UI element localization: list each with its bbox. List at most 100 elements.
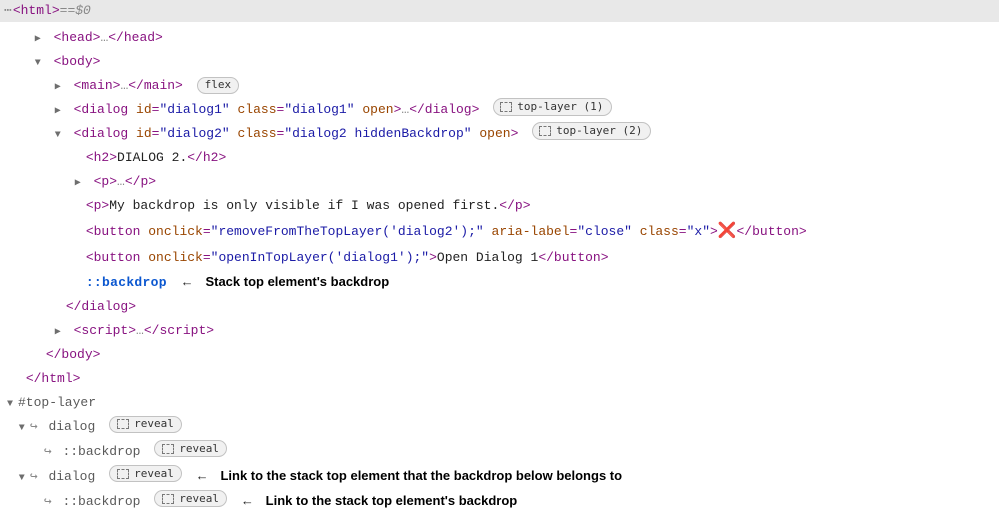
script-node[interactable]: ▶ <script>…</script> <box>0 319 999 343</box>
dom-tree[interactable]: ▶ <head>…</head> ▼ <body> ▶ <main>…</mai… <box>0 22 999 526</box>
attr: id <box>136 102 152 117</box>
layer-icon <box>500 102 512 112</box>
tag: <p> <box>86 198 109 213</box>
layer-icon <box>162 444 174 454</box>
collapse-icon[interactable]: ▼ <box>4 396 16 415</box>
attr: class <box>640 224 679 239</box>
flex-badge[interactable]: flex <box>197 77 240 94</box>
tag: <button <box>86 224 148 239</box>
attr: aria-label <box>492 224 570 239</box>
tag: </head> <box>108 30 163 45</box>
tag: <dialog <box>74 126 136 141</box>
main-node[interactable]: ▶ <main>…</main> flex <box>0 74 999 98</box>
attr: class <box>238 126 277 141</box>
expand-icon[interactable]: ▶ <box>52 103 64 122</box>
tag: </script> <box>144 323 214 338</box>
head-node[interactable]: ▶ <head>…</head> <box>0 26 999 50</box>
layer-icon <box>162 494 174 504</box>
reveal-button[interactable]: reveal <box>154 440 227 457</box>
tag: </p> <box>499 198 530 213</box>
equals-text: == <box>60 0 76 22</box>
h2-node[interactable]: <h2>DIALOG 2.</h2> <box>0 146 999 170</box>
tag: <body> <box>54 54 101 69</box>
top-layer-dialog-2[interactable]: ▼↪ dialog reveal ← Link to the stack top… <box>0 464 999 489</box>
hook-arrow-icon: ↪ <box>30 419 38 434</box>
attr: open <box>362 102 393 117</box>
p-text-node[interactable]: <p>My backdrop is only visible if I was … <box>0 194 999 218</box>
collapse-icon[interactable]: ▼ <box>16 420 28 439</box>
element-label: dialog <box>48 419 95 434</box>
body-close-node[interactable]: </body> <box>0 343 999 367</box>
attr-val: "openInTopLayer('dialog1');" <box>211 250 429 265</box>
button-close-node[interactable]: <button onclick="removeFromTheTopLayer('… <box>0 218 999 246</box>
body-node[interactable]: ▼ <body> <box>0 50 999 74</box>
collapse-dots-icon: ⋯ <box>4 0 13 22</box>
badge-label: flex <box>205 77 232 93</box>
dialog2-close-node[interactable]: </dialog> <box>0 295 999 319</box>
top-layer-badge-1[interactable]: top-layer (1) <box>493 98 612 116</box>
expand-icon[interactable]: ▶ <box>32 31 44 50</box>
expand-icon[interactable]: ▶ <box>52 79 64 98</box>
tag: </dialog> <box>409 102 479 117</box>
tag: <dialog <box>74 102 136 117</box>
p-collapsed-node[interactable]: ▶ <p>…</p> <box>0 170 999 194</box>
attr-val: "removeFromTheTopLayer('dialog2');" <box>211 224 484 239</box>
dialog2-node[interactable]: ▼ <dialog id="dialog2" class="dialog2 hi… <box>0 122 999 146</box>
dollar-zero: $0 <box>75 0 91 22</box>
layer-icon <box>117 419 129 429</box>
attr: id <box>136 126 152 141</box>
pseudo-element: ::backdrop <box>86 275 167 290</box>
attr: class <box>238 102 277 117</box>
tag: </button> <box>737 224 807 239</box>
tag: <script> <box>74 323 136 338</box>
x-icon: ❌ <box>718 223 737 240</box>
text: My backdrop is only visible if I was ope… <box>109 198 499 213</box>
collapse-icon[interactable]: ▼ <box>52 127 64 146</box>
badge-label: reveal <box>134 466 174 482</box>
tag: </p> <box>125 174 156 189</box>
annotation-text: Link to the stack top element that the b… <box>220 468 622 483</box>
backdrop-pseudo-node[interactable]: ::backdrop ← Stack top element's backdro… <box>0 270 999 295</box>
tag: </h2> <box>187 150 226 165</box>
reveal-button[interactable]: reveal <box>109 416 182 433</box>
top-layer-badge-2[interactable]: top-layer (2) <box>532 122 651 140</box>
layer-icon <box>117 469 129 479</box>
reveal-button[interactable]: reveal <box>109 465 182 482</box>
tag: </button> <box>538 250 608 265</box>
attr-val: "dialog2" <box>159 126 229 141</box>
tag: <h2> <box>86 150 117 165</box>
top-layer-backdrop-1[interactable]: ↪ ::backdrop reveal <box>0 440 999 464</box>
attr: onclick <box>148 224 203 239</box>
badge-label: reveal <box>179 491 219 507</box>
badge-label: top-layer (1) <box>517 99 603 115</box>
tag: </body> <box>46 347 101 362</box>
button-open-node[interactable]: <button onclick="openInTopLayer('dialog1… <box>0 246 999 270</box>
html-close-node[interactable]: </html> <box>0 367 999 391</box>
arrow-left-icon: ← <box>196 468 209 483</box>
badge-label: reveal <box>134 416 174 432</box>
top-layer-backdrop-2[interactable]: ↪ ::backdrop reveal ← Link to the stack … <box>0 489 999 514</box>
attr-val: "dialog1" <box>159 102 229 117</box>
dialog1-node[interactable]: ▶ <dialog id="dialog1" class="dialog1" o… <box>0 98 999 122</box>
top-layer-header[interactable]: ▼#top-layer <box>0 391 999 415</box>
attr-val: "dialog1" <box>284 102 354 117</box>
badge-label: reveal <box>179 441 219 457</box>
attr-val: "dialog2 hiddenBackdrop" <box>284 126 471 141</box>
tag: <main> <box>74 78 121 93</box>
expand-icon[interactable]: ▶ <box>52 324 64 343</box>
selected-node-bar[interactable]: ⋯ <html> == $0 <box>0 0 999 22</box>
text: DIALOG 2. <box>117 150 187 165</box>
annotation-text: Stack top element's backdrop <box>205 274 389 289</box>
annotation-text: Link to the stack top element's backdrop <box>266 493 518 508</box>
top-layer-dialog-1[interactable]: ▼↪ dialog reveal <box>0 415 999 439</box>
tag: <p> <box>94 174 117 189</box>
html-open-tag: <html> <box>13 0 60 22</box>
element-label: ::backdrop <box>62 494 140 509</box>
collapse-icon[interactable]: ▼ <box>16 470 28 489</box>
tag: <button <box>86 250 148 265</box>
hook-arrow-icon: ↪ <box>30 469 38 484</box>
collapse-icon[interactable]: ▼ <box>32 55 44 74</box>
tag: </dialog> <box>66 299 136 314</box>
expand-icon[interactable]: ▶ <box>72 175 84 194</box>
reveal-button[interactable]: reveal <box>154 490 227 507</box>
